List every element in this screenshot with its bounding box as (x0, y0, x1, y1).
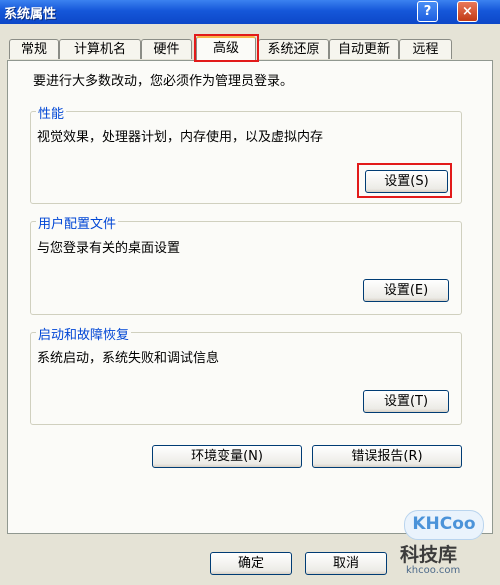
performance-title: 性能 (36, 103, 67, 122)
tab-highlight (194, 34, 259, 62)
watermark-logo: KHCoo (404, 510, 484, 540)
admin-note: 要进行大多数改动，您必须作为管理员登录。 (33, 74, 294, 89)
error-reporting-button[interactable]: 错误报告(R) (312, 445, 462, 468)
cancel-button[interactable]: 取消 (305, 552, 387, 575)
startup-recovery-settings-button[interactable]: 设置(T) (363, 390, 449, 413)
user-profiles-desc: 与您登录有关的桌面设置 (37, 241, 181, 256)
performance-desc: 视觉效果，处理器计划，内存使用，以及虚拟内存 (37, 130, 324, 145)
performance-button-highlight (357, 163, 452, 198)
environment-variables-button[interactable]: 环境变量(N) (152, 445, 302, 468)
tab-computer-name[interactable]: 计算机名 (59, 39, 141, 59)
user-profiles-settings-button[interactable]: 设置(E) (363, 279, 449, 302)
window-title: 系统属性 (4, 7, 57, 22)
startup-recovery-title: 启动和故障恢复 (36, 324, 132, 343)
watermark-url: khcoo.com (406, 565, 461, 576)
user-profiles-title: 用户配置文件 (36, 213, 119, 232)
watermark: KHCoo 科技库 khcoo.com (392, 510, 492, 580)
tab-automatic-updates[interactable]: 自动更新 (329, 39, 399, 59)
title-bar: 系统属性 ? × (0, 0, 500, 24)
tab-general[interactable]: 常规 (9, 39, 59, 59)
tab-hardware[interactable]: 硬件 (141, 39, 192, 59)
startup-recovery-desc: 系统启动，系统失败和调试信息 (37, 351, 220, 366)
help-button[interactable]: ? (417, 1, 438, 22)
watermark-name: 科技库 (400, 544, 458, 566)
close-button[interactable]: × (457, 1, 478, 22)
ok-button[interactable]: 确定 (210, 552, 292, 575)
tab-system-restore[interactable]: 系统还原 (258, 39, 329, 59)
tab-remote[interactable]: 远程 (399, 39, 452, 59)
